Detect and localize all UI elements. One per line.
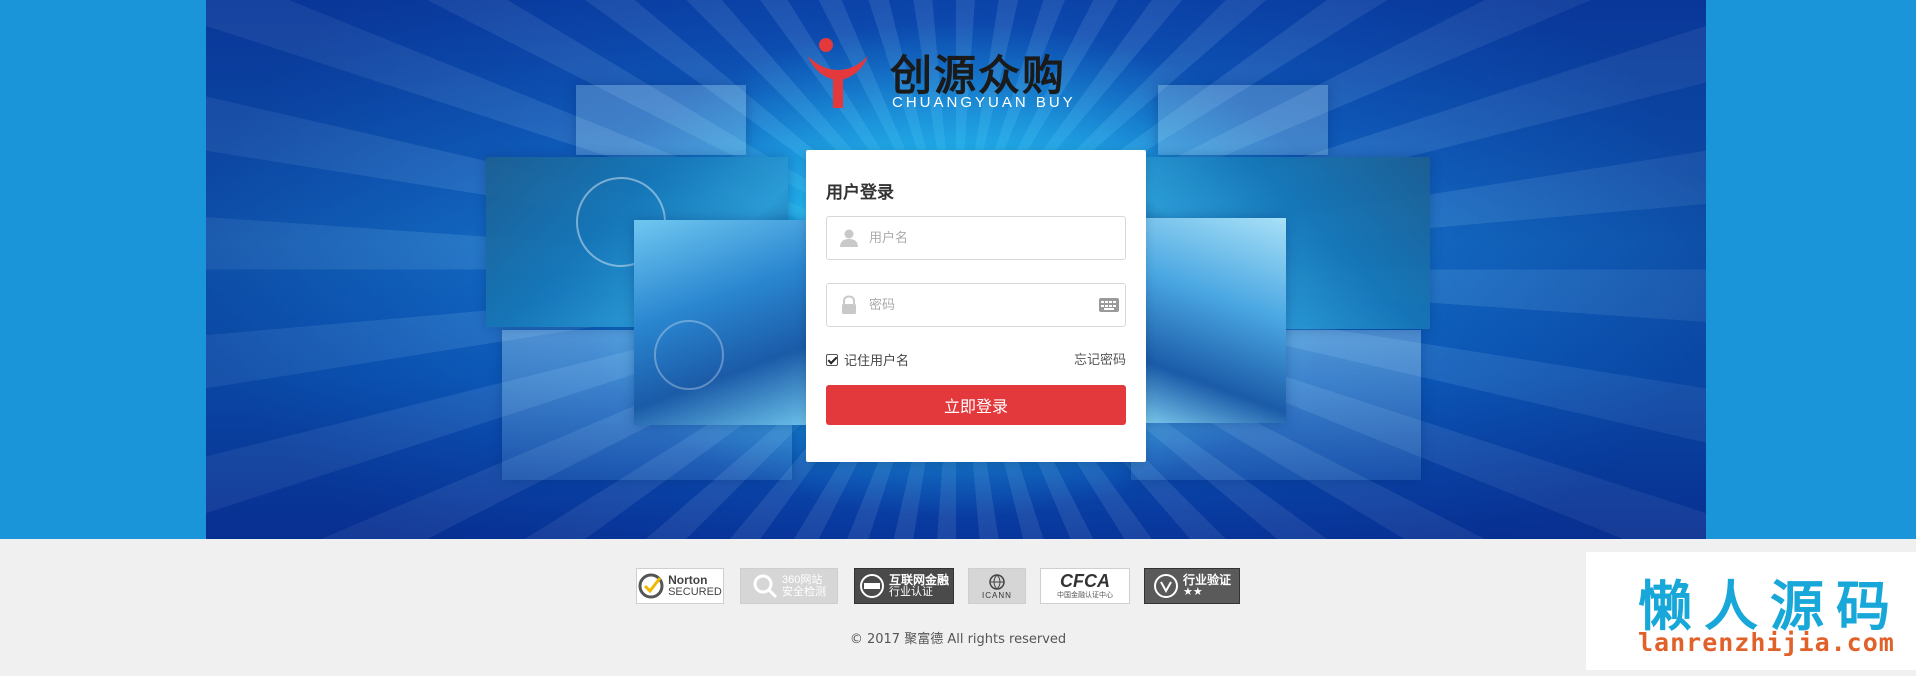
badge-360[interactable]: 360网站 安全检测 (740, 568, 838, 604)
brand-logo: 创源众购 CHUANGYUAN BUY (806, 36, 1096, 116)
badge-sub: 行业认证 (888, 586, 933, 598)
badge-fintech[interactable]: 互联网金融 行业认证 (854, 568, 954, 604)
badge-cfca[interactable]: CFCA 中国金融认证中心 (1040, 568, 1130, 604)
login-title: 用户登录 (826, 183, 894, 203)
lock-icon (842, 295, 856, 314)
user-icon (840, 229, 858, 247)
remember-username[interactable]: 记住用户名 (826, 350, 909, 369)
circuit-ring (654, 320, 724, 390)
remember-checkbox[interactable] (826, 353, 838, 366)
badge-icann[interactable]: ICANN (968, 568, 1026, 604)
badge-title: 360网站 (782, 574, 823, 586)
watermark-en: lanrenzhijia.com (1638, 628, 1895, 657)
badge-title: ICANN (982, 590, 1012, 600)
brand-name-en: CHUANGYUAN BUY (892, 94, 1076, 111)
decor-panel (576, 85, 746, 155)
decor-panel-keyboard-front (1136, 218, 1286, 423)
decor-panel (1158, 85, 1328, 155)
badge-sub: SECURED (668, 586, 722, 598)
badge-sub: 中国金融认证中心 (1057, 592, 1113, 599)
badge-verified[interactable]: 行业验证 ★★ (1144, 568, 1240, 604)
forgot-password-link[interactable]: 忘记密码 (1074, 349, 1126, 368)
username-input[interactable] (869, 217, 1089, 259)
badge-sub: 安全检测 (782, 586, 826, 598)
norton-check-icon (638, 573, 664, 599)
magnifier-icon (753, 574, 778, 599)
login-card: 用户登录 记住用户名 忘记密码 立即登录 (806, 150, 1146, 462)
watermark: 懒人源码 lanrenzhijia.com (1586, 552, 1916, 670)
icann-globe-icon (989, 573, 1005, 590)
badge-sub: ★★ (1182, 586, 1203, 598)
badge-title: CFCA (1060, 571, 1110, 591)
verified-icon (1153, 574, 1178, 598)
badge-title: Norton (668, 573, 708, 587)
seal-icon (859, 574, 884, 598)
decor-panel-robot-hand (634, 220, 812, 425)
badge-norton[interactable]: Norton SECURED (636, 568, 724, 604)
password-field[interactable] (826, 283, 1126, 327)
brand-mark-icon (808, 38, 868, 108)
username-field[interactable] (826, 216, 1126, 260)
badge-title: 行业验证 (1182, 573, 1231, 587)
login-button[interactable]: 立即登录 (826, 385, 1126, 425)
remember-label: 记住用户名 (844, 354, 910, 369)
password-input[interactable] (869, 284, 1089, 326)
keyboard-icon[interactable] (1099, 298, 1119, 312)
badge-title: 互联网金融 (888, 573, 949, 587)
